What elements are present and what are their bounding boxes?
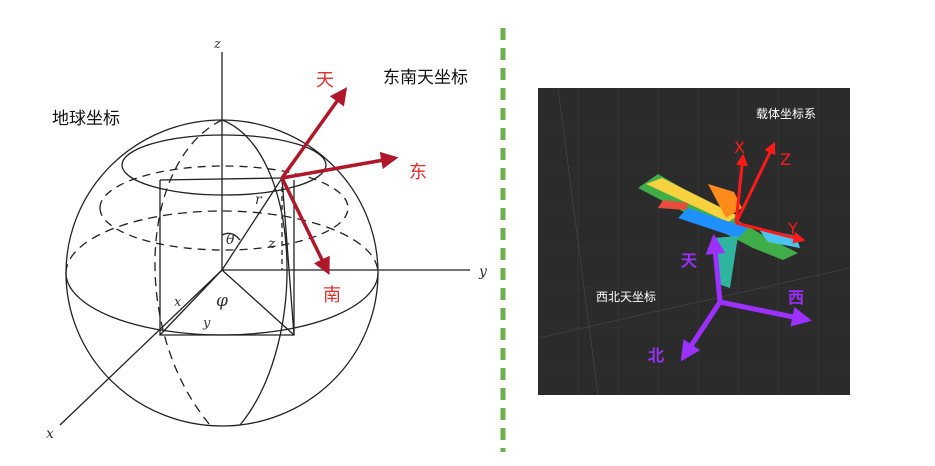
label-dong: 东 <box>409 162 427 183</box>
divider-line <box>500 28 506 452</box>
world-axis-bei <box>680 300 723 362</box>
enu-coordinate-title: 东南天坐标 <box>383 68 468 88</box>
label-nan: 南 <box>323 285 341 306</box>
earth-coordinate-diagram: z y x r θ z φ x y 地球坐标 东南天坐标 天 东 南 <box>0 0 495 462</box>
arrow-south-nan <box>280 177 330 276</box>
world-frame-title: 西北天坐标 <box>596 290 656 304</box>
label-r: r <box>255 192 263 208</box>
grid-lines <box>537 87 851 396</box>
latitude-circle-front <box>121 164 327 196</box>
box-top-left <box>159 177 283 181</box>
label-body-X: X <box>734 138 745 157</box>
point-cloud-scene: X Z Y 天 西 北 载体坐标系 西北天坐标 <box>537 87 851 396</box>
label-world-tian: 天 <box>681 251 698 270</box>
radius-line <box>221 177 283 271</box>
label-y-small: y <box>202 316 211 331</box>
arrow-up-tian <box>280 87 348 180</box>
x-axis <box>59 269 223 426</box>
label-body-Z: Z <box>780 150 791 169</box>
body-frame-title: 载体坐标系 <box>756 107 816 121</box>
arrow-east-dong <box>281 151 399 180</box>
label-axis-y: y <box>478 264 488 280</box>
earth-sphere-figure: z y x r θ z φ x y 地球坐标 东南天坐标 天 东 南 <box>46 37 488 442</box>
label-tian: 天 <box>316 70 334 91</box>
label-world-bei: 北 <box>648 346 664 365</box>
projection-box <box>159 180 295 336</box>
section-plane-front <box>99 207 349 251</box>
label-x-small: x <box>174 295 182 310</box>
box-y-proj <box>221 269 295 336</box>
body-frame-viewer: X Z Y 天 西 北 载体坐标系 西北天坐标 <box>537 87 851 396</box>
label-z-small: z <box>267 236 276 252</box>
label-body-Y: Y <box>787 219 798 238</box>
label-phi: φ <box>216 291 228 311</box>
earth-coordinate-title: 地球坐标 <box>52 109 120 129</box>
dashed-divider <box>496 0 510 462</box>
label-world-xi: 西 <box>788 288 804 307</box>
label-axis-x: x <box>46 426 54 442</box>
label-theta: θ <box>226 232 235 248</box>
label-axis-z: z <box>213 37 221 52</box>
